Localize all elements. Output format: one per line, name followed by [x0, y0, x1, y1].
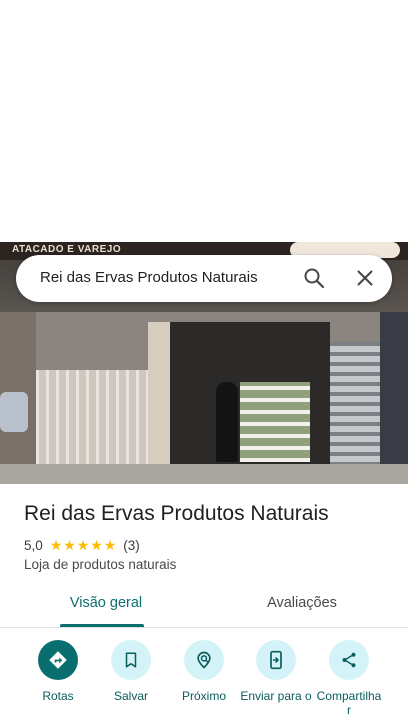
bookmark-icon [125, 652, 137, 668]
photo-car [0, 392, 28, 432]
photo-shelf [240, 382, 310, 462]
photo-right-rack [330, 342, 380, 482]
send-to-phone-button-circle[interactable] [256, 640, 296, 680]
place-title: Rei das Ervas Produtos Naturais [24, 502, 329, 525]
rating-row[interactable]: 5,0 ★ ★ ★ ★ ★ (3) [24, 536, 140, 554]
save-button-circle[interactable] [111, 640, 151, 680]
share-button-circle[interactable] [329, 640, 369, 680]
tabs-divider [0, 627, 408, 628]
photo-pillar [148, 322, 170, 482]
nearby-icon [197, 651, 211, 669]
rating-value: 5,0 [24, 537, 43, 553]
nearby-label: Próximo [181, 689, 226, 703]
directions-button-circle[interactable] [38, 640, 78, 680]
tab-reviews[interactable]: Avaliações [256, 595, 348, 625]
send-to-phone-button[interactable]: Enviar para o [240, 640, 312, 703]
star-icon: ★ [76, 537, 90, 553]
directions-label: Rotas [42, 689, 74, 703]
search-input[interactable]: Rei das Ervas Produtos Naturais [40, 269, 258, 286]
nearby-button[interactable]: Próximo [168, 640, 240, 703]
photo-floor [0, 464, 408, 484]
share-label: Compartilha r [316, 689, 382, 717]
place-category: Loja de produtos naturais [24, 557, 177, 572]
send-to-phone-label: Enviar para o [240, 689, 312, 703]
search-icon[interactable] [302, 266, 326, 290]
send-to-phone-icon [270, 650, 282, 670]
photo-person [216, 382, 238, 462]
review-count[interactable]: (3) [123, 538, 140, 553]
star-icon: ★ [90, 537, 103, 553]
star-icon: ★ [63, 537, 76, 553]
save-label: Salvar [113, 689, 148, 703]
share-button[interactable]: Compartilha r [313, 640, 385, 717]
photo-banner-text: ATACADO E VAREJO [12, 244, 122, 255]
photo-right-wall [380, 312, 408, 484]
nearby-button-circle[interactable] [184, 640, 224, 680]
save-button[interactable]: Salvar [95, 640, 167, 703]
directions-icon [49, 651, 67, 669]
tab-overview[interactable]: Visão geral [60, 595, 152, 625]
search-bar[interactable]: Rei das Ervas Produtos Naturais [16, 255, 392, 302]
directions-button[interactable]: Rotas [22, 640, 94, 703]
star-icon: ★ [49, 537, 63, 553]
star-rating: ★ ★ ★ ★ ★ [50, 538, 118, 552]
close-icon[interactable] [353, 266, 377, 290]
share-icon [342, 652, 356, 668]
star-icon: ★ [103, 537, 117, 553]
